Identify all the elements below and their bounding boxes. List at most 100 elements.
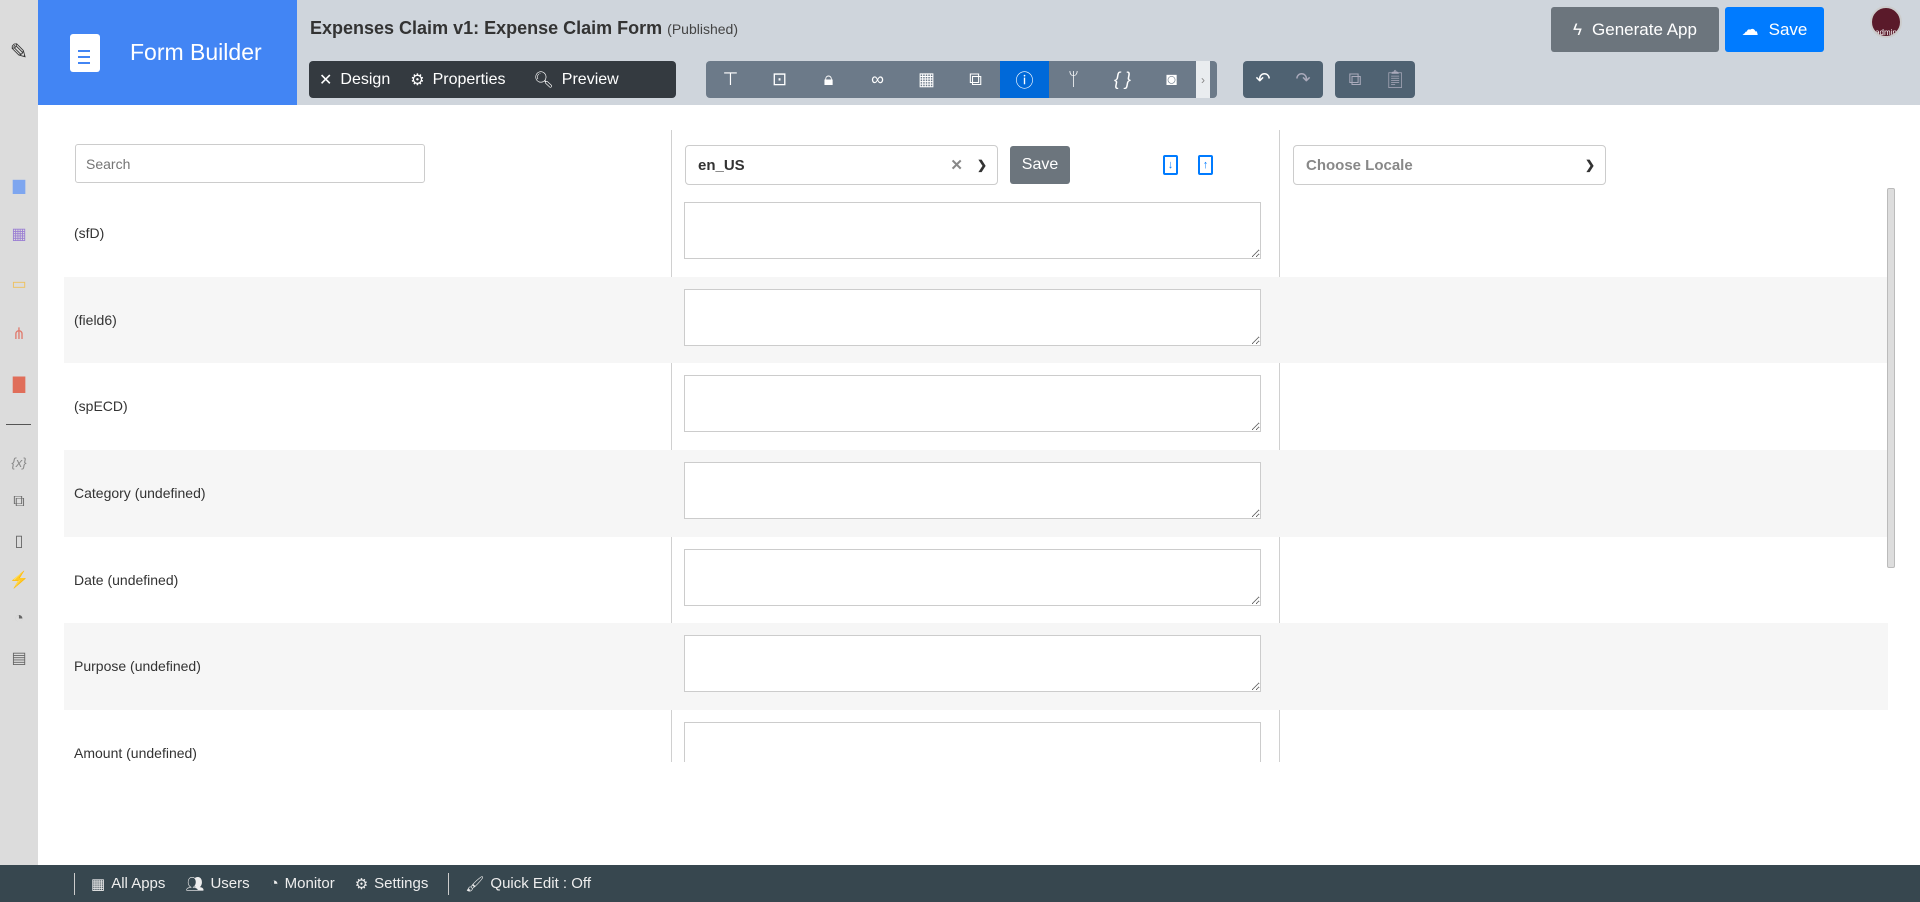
row-label: Date (undefined) (74, 571, 179, 588)
tools-toolbar: ⊤ ⊡ 🔒︎ ∞ ▦ ⧉ ⓘ ᛘ { } ◙ › (706, 61, 1217, 98)
clear-icon[interactable]: ✕ (950, 156, 963, 174)
process-icon[interactable]: ⋔ (7, 322, 31, 346)
status-label: (Published) (667, 21, 738, 37)
generate-label: Generate App (1592, 19, 1697, 39)
left-sidebar: ✎ ▆ ▦ ▭ ⋔ ▇ {x} ⧉ ▯ ⚡ ◔ ▤ (0, 0, 38, 865)
avatar[interactable]: admin (1870, 6, 1902, 38)
locale-select[interactable]: en_US ✕ ❯ (685, 145, 998, 185)
generate-app-button[interactable]: ϟ Generate App (1551, 7, 1719, 52)
performance-icon[interactable]: ◔ (7, 607, 31, 631)
page-title: Expenses Claim v1: Expense Claim Form (P… (310, 18, 738, 39)
row-label: Purpose (undefined) (74, 658, 201, 675)
quick-edit-toggle[interactable]: 🖌︎ Quick Edit : Off (465, 875, 591, 893)
monitor-link[interactable]: ◔ Monitor (270, 875, 335, 892)
tab-label: Preview (561, 70, 619, 88)
brand: Form Builder (38, 0, 297, 105)
tab-preview[interactable]: 🔍︎ Preview (523, 61, 628, 98)
pdf-icon[interactable]: ▇ (7, 372, 31, 396)
branch-icon[interactable]: ᛘ (1049, 61, 1098, 98)
row-label: (spECD) (74, 398, 128, 415)
translate-icon[interactable]: ⧉ (951, 61, 1000, 98)
edit-icon[interactable]: ✎ (7, 39, 31, 64)
users-icon: 👥︎ (185, 875, 205, 893)
plugin-icon[interactable]: ⚡ (7, 568, 31, 592)
preview-icon: 🔍︎ (533, 71, 554, 89)
logs-icon[interactable]: ▤ (7, 646, 31, 670)
translation-textarea[interactable] (684, 462, 1261, 520)
tab-label: Properties (432, 70, 506, 88)
avatar-label: admin (1875, 28, 1897, 37)
translation-textarea[interactable] (684, 635, 1261, 693)
table-row: (field6) (64, 276, 1888, 364)
chevron-down-icon: ❯ (1584, 158, 1595, 172)
row-label: (sfD) (74, 225, 105, 241)
translation-textarea[interactable] (684, 548, 1261, 606)
tab-design[interactable]: ✕ Design (309, 61, 400, 98)
userview-icon[interactable]: ▭ (7, 272, 31, 296)
all-apps-link[interactable]: ▦ All Apps (91, 875, 165, 893)
choose-locale-placeholder: Choose Locale (1306, 156, 1413, 174)
design-icon: ✕ (319, 71, 333, 89)
form-doc-icon (70, 33, 100, 72)
table-row: Purpose (undefined) (64, 623, 1888, 711)
cloud-upload-icon: ☁ (1741, 19, 1759, 39)
undo-redo-group: ↶ ↷ (1243, 61, 1323, 98)
table-row: (sfD) (64, 190, 1888, 277)
variables-icon[interactable]: {x} (7, 450, 31, 474)
translation-textarea[interactable] (684, 288, 1261, 346)
tab-label: Design (340, 70, 391, 88)
save-button[interactable]: ☁ Save (1725, 7, 1824, 52)
translation-textarea[interactable] (684, 722, 1261, 762)
scrollbar[interactable] (1887, 188, 1895, 568)
save-label: Save (1768, 19, 1808, 39)
form-icon[interactable]: ▆ (7, 173, 31, 197)
quick-edit-label: Quick Edit : Off (490, 875, 591, 892)
camera-icon[interactable]: ◙ (1147, 61, 1196, 98)
help-icon[interactable]: ⓘ (1000, 61, 1049, 98)
dashboard-icon: ◔ (269, 875, 279, 892)
braces-icon[interactable]: { } (1098, 61, 1147, 98)
translation-textarea[interactable] (684, 375, 1261, 433)
copy-icon[interactable]: ⧉ (1335, 61, 1375, 98)
all-apps-label: All Apps (111, 875, 166, 892)
chevron-right-icon[interactable]: › (1196, 61, 1210, 98)
translation-rows: (sfD) (field6) (spECD) Category (undefin… (64, 190, 1888, 762)
translation-textarea[interactable] (684, 202, 1261, 259)
row-label: Amount (undefined) (74, 745, 197, 762)
sidebar-divider (6, 424, 31, 425)
chevron-down-icon: ❯ (976, 158, 987, 172)
copy-paste-group: ⧉ 📋︎ (1335, 61, 1415, 98)
grid-icon[interactable]: ▦ (902, 61, 951, 98)
gear-icon: ⚙ (410, 71, 425, 89)
users-label: Users (210, 875, 250, 892)
file-icon[interactable]: ▯ (7, 529, 31, 553)
redo-icon[interactable]: ↷ (1283, 61, 1323, 98)
locale-value: en_US (698, 156, 745, 174)
locale-save-button[interactable]: Save (1010, 146, 1070, 184)
table-row: Date (undefined) (64, 537, 1888, 624)
search-input[interactable] (75, 144, 425, 183)
datalist-icon[interactable]: ▦ (7, 222, 31, 246)
undo-icon[interactable]: ↶ (1243, 61, 1283, 98)
paste-icon[interactable]: 📋︎ (1375, 61, 1415, 98)
row-label: (field6) (74, 311, 117, 328)
monitor-label: Monitor (284, 875, 335, 892)
header: Form Builder Expenses Claim v1: Expense … (38, 0, 1920, 105)
upload-file-icon[interactable]: ↑ (1198, 155, 1213, 175)
footer-divider (448, 872, 450, 895)
users-link[interactable]: 👥︎ Users (185, 875, 249, 893)
table-row: Category (undefined) (64, 450, 1888, 537)
footer-divider (74, 872, 75, 895)
import-icon[interactable]: ⊡ (755, 61, 804, 98)
tree-icon[interactable]: ⊤ (706, 61, 755, 98)
binoculars-icon[interactable]: ∞ (853, 61, 902, 98)
settings-link[interactable]: ⚙ Settings (355, 875, 429, 893)
tab-properties[interactable]: ⚙ Properties (400, 61, 515, 98)
brush-icon: 🖌︎ (465, 875, 485, 893)
translate-icon[interactable]: ⧉ (7, 490, 31, 514)
brand-title: Form Builder (130, 39, 262, 65)
row-label: Category (undefined) (74, 485, 206, 502)
choose-locale-select[interactable]: Choose Locale ❯ (1293, 145, 1606, 185)
lock-icon[interactable]: 🔒︎ (804, 61, 853, 98)
download-file-icon[interactable]: ↓ (1163, 155, 1178, 175)
